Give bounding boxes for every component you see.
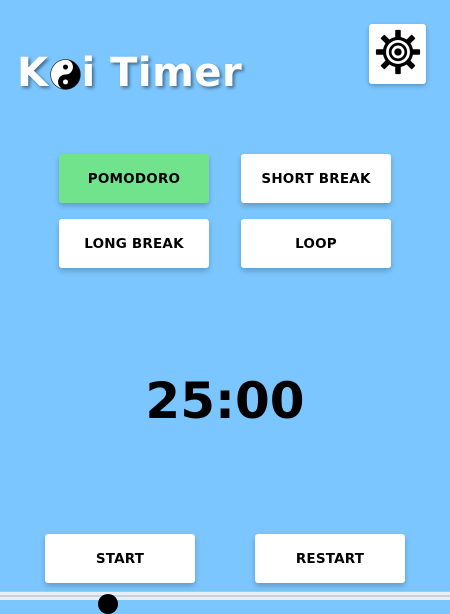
short-break-mode-button[interactable]: SHORT BREAK — [241, 154, 391, 203]
start-button[interactable]: START — [45, 534, 195, 583]
title-prefix: K — [17, 50, 49, 96]
pomodoro-mode-button[interactable]: POMODORO — [59, 154, 209, 203]
settings-button[interactable] — [369, 24, 426, 84]
restart-button[interactable]: RESTART — [255, 534, 405, 583]
app-root: K i Timer POMODORO SHORT BREAK LONG BREA… — [0, 0, 450, 614]
app-title: K i Timer — [17, 47, 242, 99]
slider-track — [0, 595, 450, 597]
progress-slider[interactable] — [0, 591, 450, 614]
yin-yang-icon — [49, 58, 81, 90]
slider-thumb[interactable] — [98, 594, 118, 614]
long-break-mode-button[interactable]: LONG BREAK — [59, 219, 209, 268]
gear-icon — [375, 29, 421, 79]
timer-display: 25:00 — [145, 372, 305, 430]
loop-mode-button[interactable]: LOOP — [241, 219, 391, 268]
title-suffix: i Timer — [81, 50, 243, 96]
